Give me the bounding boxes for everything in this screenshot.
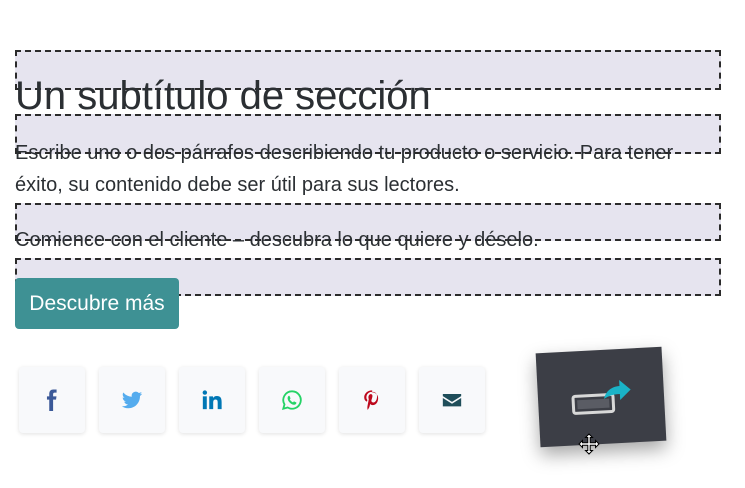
move-cursor-icon [578,433,600,455]
share-pinterest-button[interactable] [339,367,405,433]
button-block-icon [571,380,631,415]
discover-more-button[interactable]: Descubre más [15,278,179,329]
share-twitter-button[interactable] [99,367,165,433]
linkedin-icon [202,390,222,410]
share-email-button[interactable] [419,367,485,433]
share-facebook-button[interactable] [19,367,85,433]
whatsapp-icon [281,390,302,411]
section-paragraph: Comience con el cliente – descubra lo qu… [15,229,539,251]
section-paragraph: Escribe uno o dos párrafos describiendo … [15,142,674,196]
pinterest-icon [364,390,379,410]
envelope-icon [442,394,462,407]
facebook-icon [46,389,57,411]
dragged-block-preview[interactable] [535,346,667,448]
twitter-icon [121,391,143,409]
share-whatsapp-button[interactable] [259,367,325,433]
section-title: Un subtítulo de sección [15,74,431,118]
share-linkedin-button[interactable] [179,367,245,433]
